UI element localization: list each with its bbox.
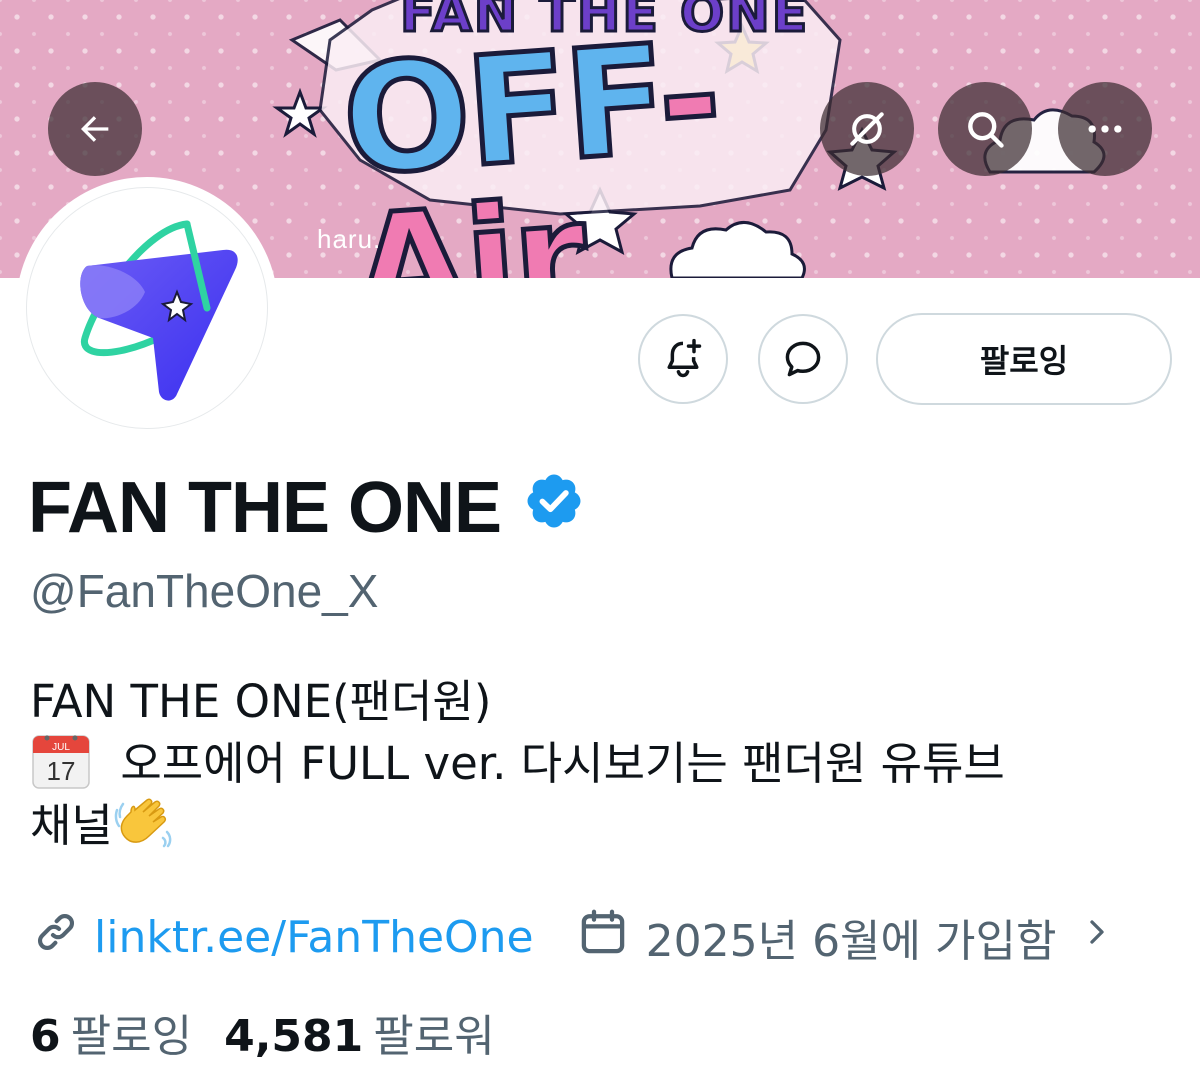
bio-line-3: 채널 <box>30 799 113 852</box>
joined-date: 2025년 6월에 가입함 <box>645 916 1057 967</box>
chevron-right-icon[interactable] <box>1082 912 1112 963</box>
banner-logo: FAN THE ONE OFF-Air <box>335 0 848 278</box>
bio-line-1: FAN THE ONE(팬더원) <box>30 675 492 728</box>
profile-link[interactable]: linktr.ee/FanTheOne <box>94 912 534 963</box>
back-button[interactable] <box>48 82 142 176</box>
more-button[interactable] <box>1058 82 1152 176</box>
display-name: FAN THE ONE <box>28 468 502 548</box>
calendar-day: 17 <box>47 756 76 786</box>
message-button[interactable] <box>758 314 848 404</box>
fan-the-one-logo <box>80 220 238 401</box>
followers-label: 팔로워 <box>373 1011 495 1062</box>
profile-meta: linktr.ee/FanTheOne 2025년 6월에 가입함 <box>30 906 1190 968</box>
search-button[interactable] <box>938 82 1032 176</box>
message-icon <box>785 341 821 377</box>
bio: FAN THE ONE(팬더원) JUL 17 오프에어 FULL ver. 다… <box>30 668 1180 854</box>
calendar-icon <box>576 905 630 970</box>
calendar-emoji-icon: JUL 17 <box>30 730 92 792</box>
followers-count: 4,581 <box>224 1011 364 1062</box>
bio-line-2: 오프에어 FULL ver. 다시보기는 팬더원 유튜브 <box>120 737 1005 790</box>
grok-icon <box>850 112 884 146</box>
following-stat[interactable]: 6 팔로잉 <box>30 1000 192 1064</box>
following-button[interactable]: 팔로잉 <box>876 313 1172 405</box>
display-name-row: FAN THE ONE <box>28 468 585 548</box>
handle: @FanTheOne_X <box>30 565 379 617</box>
search-icon <box>968 112 1004 148</box>
avatar[interactable] <box>16 177 278 439</box>
followers-stat[interactable]: 4,581 팔로워 <box>224 1000 495 1064</box>
banner-credit: haru. <box>317 224 382 254</box>
waving-hand-icon <box>113 792 177 852</box>
following-count: 6 <box>30 1011 61 1062</box>
notifications-button[interactable] <box>638 314 728 404</box>
verified-badge-icon[interactable] <box>523 468 585 548</box>
calendar-month: JUL <box>52 742 70 753</box>
bell-plus-icon <box>667 338 702 378</box>
following-label: 팔로잉 <box>70 1011 193 1062</box>
link-icon <box>30 906 82 969</box>
more-icon <box>1088 125 1122 133</box>
arrow-left-icon <box>81 116 109 142</box>
follow-stats: 6 팔로잉 4,581 팔로워 <box>30 1002 495 1062</box>
grok-button[interactable] <box>820 82 914 176</box>
